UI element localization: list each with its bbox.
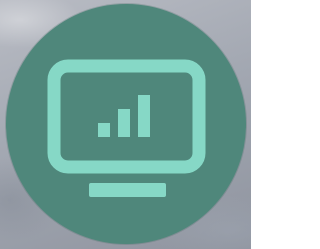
bar-chart-icon	[98, 95, 150, 137]
chart-bar-2	[118, 109, 130, 137]
chart-bar-3	[138, 95, 150, 137]
monitor-icon	[47, 59, 206, 197]
chart-bar-1	[98, 123, 110, 137]
monitor-stand	[89, 183, 166, 197]
desktop-background	[0, 0, 251, 249]
